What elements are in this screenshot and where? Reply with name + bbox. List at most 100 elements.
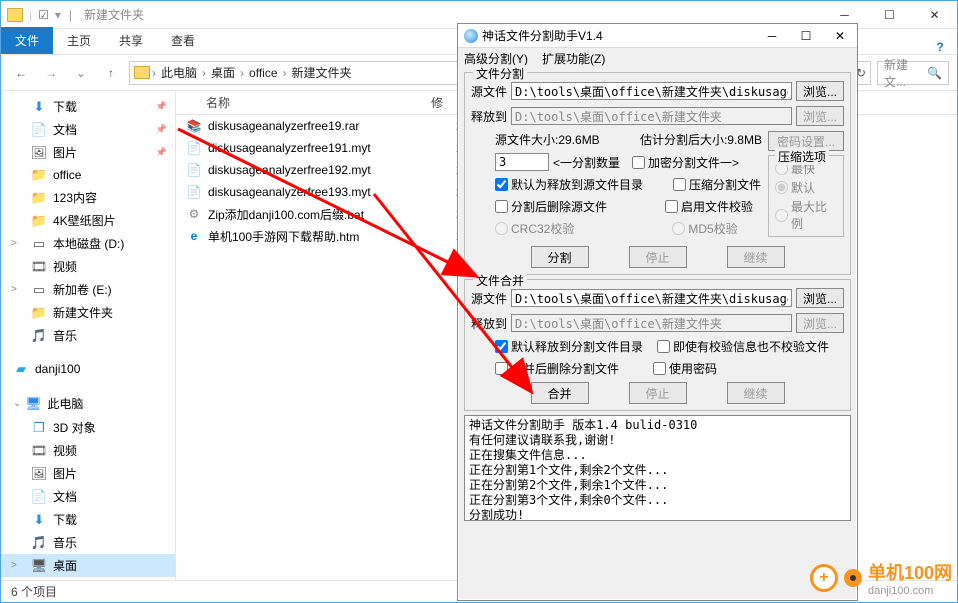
item-icon: ❐ xyxy=(31,420,47,436)
item-icon: 📄 xyxy=(31,122,47,138)
delete-after-checkbox[interactable] xyxy=(495,200,508,213)
close-button[interactable]: ✕ xyxy=(912,1,957,29)
count-suffix: <一分割数量 xyxy=(553,154,620,171)
sidebar-item[interactable]: 📁123内容 xyxy=(1,186,175,209)
sidebar-item[interactable]: 🎞视频 xyxy=(1,255,175,278)
sidebar-item[interactable]: 📁新建文件夹 xyxy=(1,301,175,324)
merge-dst-input xyxy=(511,314,792,332)
crumb[interactable]: office xyxy=(246,66,280,80)
qat-checkbox-icon[interactable]: ☑ xyxy=(38,8,49,22)
sidebar-item[interactable]: 📄文档 xyxy=(1,118,175,141)
crc-radio xyxy=(495,222,508,235)
crumb[interactable]: 桌面 xyxy=(208,64,238,81)
radio-default xyxy=(775,181,788,194)
sidebar-item[interactable]: 🎵音乐 xyxy=(1,531,175,554)
search-icon[interactable]: 🔍 xyxy=(927,66,942,80)
dialog-title: 神话文件分割助手V1.4 xyxy=(482,27,603,44)
item-icon: 📁 xyxy=(31,305,47,321)
merge-src-input[interactable] xyxy=(511,289,792,307)
maximize-button[interactable]: ☐ xyxy=(867,1,912,29)
sidebar-item[interactable]: ❐3D 对象 xyxy=(1,416,175,439)
stop-button: 停止 xyxy=(629,246,687,268)
qat-dropdown-icon[interactable]: ▾ xyxy=(51,8,61,22)
item-icon: 🖥 xyxy=(31,558,47,574)
merge-button[interactable]: 合并 xyxy=(531,382,589,404)
nav-recent-icon[interactable]: ⌄ xyxy=(69,61,93,85)
browse-button[interactable]: 浏览... xyxy=(796,288,844,308)
use-password-checkbox[interactable] xyxy=(653,362,666,375)
sidebar[interactable]: ⬇下载📄文档🖼图片📁office📁123内容📁4K壁纸图片>▭本地磁盘 (D:)… xyxy=(1,91,176,580)
watermark: + 单机100网 danji100.com xyxy=(810,559,952,597)
sidebar-item[interactable]: 📄文档 xyxy=(1,485,175,508)
sidebar-item[interactable]: >▭新加卷 (E:) xyxy=(1,278,175,301)
nav-back-icon[interactable]: ← xyxy=(9,61,33,85)
merge-default-release-checkbox[interactable] xyxy=(495,340,508,353)
nav-forward-icon[interactable]: → xyxy=(39,61,63,85)
dst-label: 释放到 xyxy=(471,108,507,125)
enable-verify-checkbox[interactable] xyxy=(665,200,678,213)
split-count-input[interactable] xyxy=(495,153,549,171)
crumb[interactable]: 此电脑 xyxy=(158,64,200,81)
browse-button[interactable]: 浏览... xyxy=(796,81,844,101)
sidebar-item[interactable]: 🎵音乐 xyxy=(1,324,175,347)
folder-icon xyxy=(134,66,150,79)
src-size-label: 源文件大小:29.6MB xyxy=(495,131,600,148)
sidebar-thispc-header[interactable]: ⌄ 🖥 此电脑 xyxy=(1,391,175,416)
item-icon: 🎵 xyxy=(31,535,47,551)
sidebar-item[interactable]: >▭本地磁盘 (D:) xyxy=(1,232,175,255)
watermark-plus-icon: + xyxy=(810,564,838,592)
help-icon[interactable]: ? xyxy=(931,40,957,54)
expand-icon[interactable]: > xyxy=(11,284,17,295)
expand-icon[interactable]: > xyxy=(11,238,17,249)
split-src-input[interactable] xyxy=(511,82,792,100)
file-icon: e xyxy=(186,228,202,244)
sidebar-danji[interactable]: ▰ danji100 xyxy=(1,357,175,381)
default-release-checkbox[interactable] xyxy=(495,178,508,191)
nav-up-icon[interactable]: ↑ xyxy=(99,61,123,85)
tab-home[interactable]: 主页 xyxy=(53,27,105,54)
merge-delete-checkbox[interactable] xyxy=(495,362,508,375)
compress-checkbox[interactable] xyxy=(673,178,686,191)
col-name[interactable]: 名称 xyxy=(176,94,431,111)
sidebar-item[interactable]: 🖼图片 xyxy=(1,141,175,164)
file-icon: 📄 xyxy=(186,140,202,156)
expand-icon[interactable]: ⌄ xyxy=(13,398,21,409)
window-title: 新建文件夹 xyxy=(80,6,144,23)
item-icon: 📁 xyxy=(31,213,47,229)
search-placeholder: 新建文... xyxy=(884,56,923,90)
no-verify-checkbox[interactable] xyxy=(657,340,670,353)
maximize-button[interactable]: ☐ xyxy=(789,24,823,48)
menu-advanced[interactable]: 高级分割(Y) xyxy=(464,50,528,67)
sidebar-item[interactable]: 🎞视频 xyxy=(1,439,175,462)
compress-options: 压缩选项 最快 默认 最大比例 xyxy=(768,155,844,237)
close-button[interactable]: ✕ xyxy=(823,24,857,48)
watermark-dot-icon xyxy=(844,569,862,587)
sidebar-item[interactable]: 📁4K壁纸图片 xyxy=(1,209,175,232)
sidebar-item[interactable]: ⬇下载 xyxy=(1,508,175,531)
tab-view[interactable]: 查看 xyxy=(157,27,209,54)
expand-icon[interactable]: > xyxy=(11,560,17,571)
browse-button: 浏览... xyxy=(796,313,844,333)
crumb[interactable]: 新建文件夹 xyxy=(289,64,355,81)
sidebar-item[interactable]: >🖥桌面 xyxy=(1,554,175,577)
sidebar-item[interactable]: 🖼图片 xyxy=(1,462,175,485)
menu-extended[interactable]: 扩展功能(Z) xyxy=(542,50,605,67)
sidebar-item[interactable]: 📁office xyxy=(1,164,175,186)
tab-file[interactable]: 文件 xyxy=(1,27,53,54)
split-button[interactable]: 分割 xyxy=(531,246,589,268)
item-icon: 🎞 xyxy=(31,259,47,275)
continue-button: 继续 xyxy=(727,382,785,404)
encrypt-checkbox[interactable] xyxy=(632,156,645,169)
search-input[interactable]: 新建文... 🔍 xyxy=(877,61,949,85)
item-icon: 📁 xyxy=(31,167,47,183)
item-icon: 📁 xyxy=(31,190,47,206)
pc-icon: 🖥 xyxy=(25,396,41,412)
folder-icon xyxy=(7,8,23,22)
item-icon: ⬇ xyxy=(31,99,47,115)
file-icon: 📚 xyxy=(186,118,202,134)
tab-share[interactable]: 共享 xyxy=(105,27,157,54)
sidebar-item[interactable]: ⬇下载 xyxy=(1,95,175,118)
est-size-label: 估计分割后大小:9.8MB xyxy=(640,131,762,148)
minimize-button[interactable]: ─ xyxy=(755,24,789,48)
dst-label: 释放到 xyxy=(471,315,507,332)
